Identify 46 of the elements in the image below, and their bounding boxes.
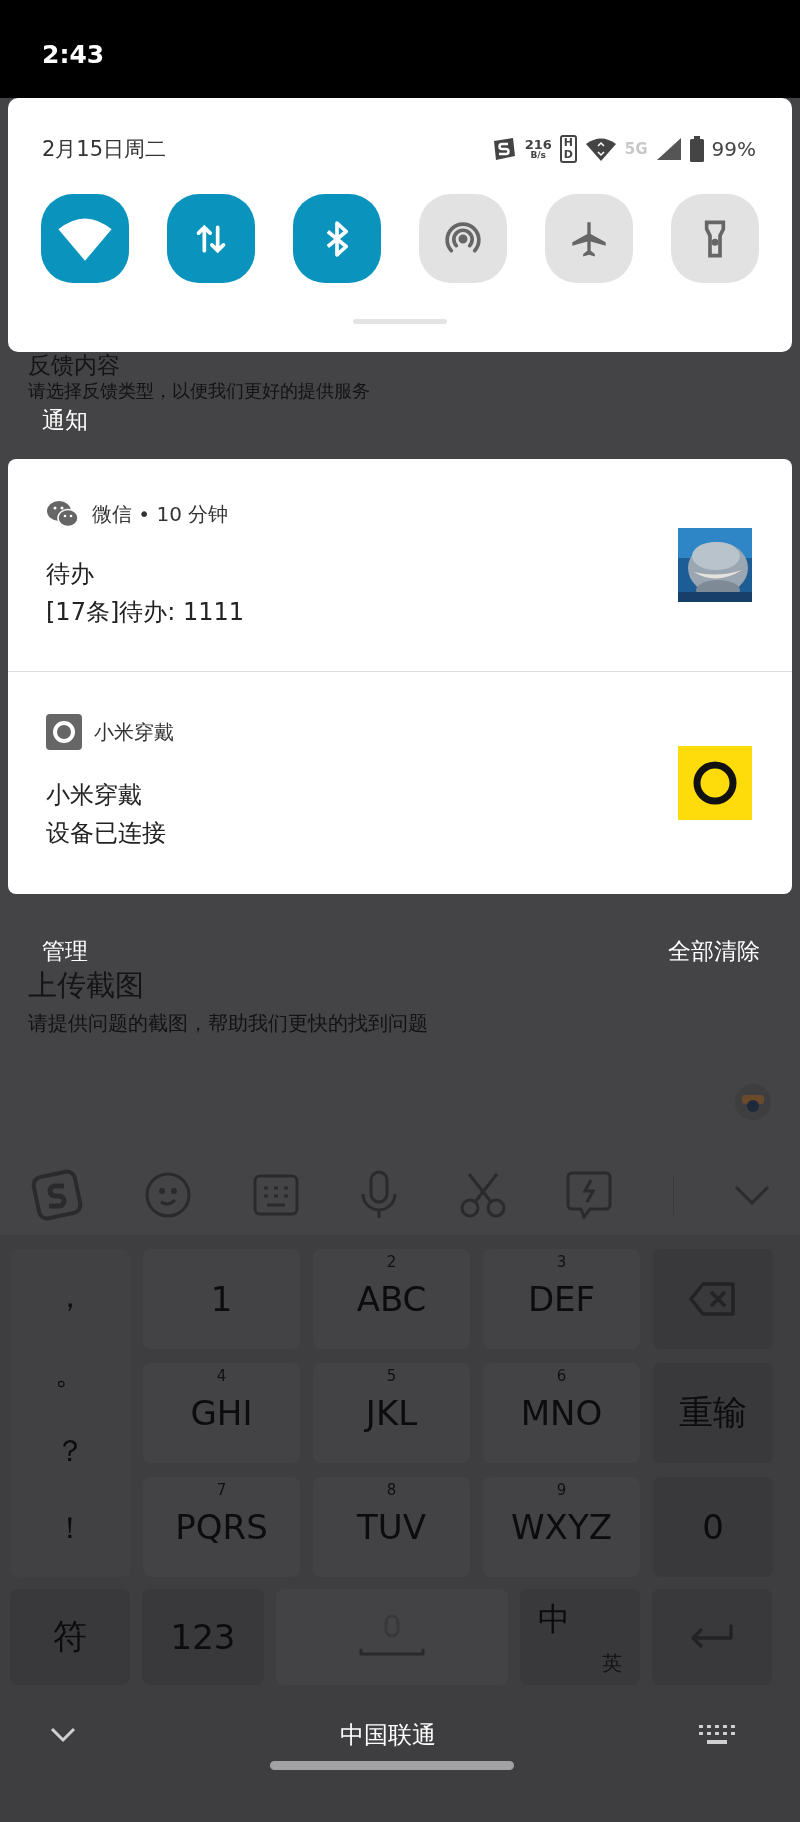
enter-key[interactable] [652,1589,772,1685]
notification-app: 小米穿戴 [94,718,174,746]
s-logo-icon[interactable] [30,1168,84,1222]
home-indicator[interactable] [269,1761,514,1770]
scissors-icon[interactable] [459,1172,506,1218]
ring-logo-icon [678,746,752,821]
space-key[interactable] [276,1589,508,1685]
notification[interactable]: 小米穿戴 小米穿戴 设备已连接 [8,672,792,895]
hd-indicator: HD [559,134,577,164]
notification-title: 待办 [46,559,95,591]
quick-toggle[interactable] [167,194,255,283]
quick-toggle[interactable] [419,194,507,283]
quick-toggle[interactable] [293,194,381,283]
net-speed-unit: B/s [530,151,546,160]
battery-icon [689,136,704,162]
signal-icon [655,137,682,161]
drag-handle[interactable] [353,319,447,324]
ring-app-icon [46,714,82,751]
date-text: 2月15日周二 [42,136,167,163]
keyboard-key[interactable]: 1 [143,1249,300,1349]
smiley-icon[interactable] [144,1171,193,1219]
mascot-icon[interactable] [734,1083,772,1121]
quick-toggle[interactable] [545,194,633,283]
notification-title: 小米穿戴 [46,780,143,812]
punctuation-key[interactable]: 。 [55,1359,85,1390]
carrier-name: 中国联通 [339,1720,436,1751]
punctuation-key[interactable]: ？ [55,1436,85,1467]
notification-app: 微信 • 10 分钟 [92,500,229,528]
notification[interactable]: 微信 • 10 分钟 待办 [17条]待办: 1111 [8,459,792,672]
battery-percent: 99% [711,137,756,161]
backspace-icon [689,1282,737,1316]
quick-toggle[interactable] [671,194,759,283]
net-speed-value: 216 [524,138,552,151]
punctuation-key[interactable]: ， [55,1282,85,1313]
quick-toggle[interactable] [41,194,129,283]
clock-time: 2:43 [42,40,105,70]
clear-all-button[interactable]: 全部清除 [668,936,760,967]
lightning-bubble-icon[interactable] [566,1171,613,1219]
notification-body: [17条]待办: 1111 [46,597,245,629]
wifi-icon [584,136,617,162]
notification-body: 设备已连接 [46,818,167,850]
keyboard-icon[interactable] [699,1725,735,1745]
notifications-label: 通知 [42,406,88,436]
backspace-key[interactable] [653,1249,773,1349]
manage-button[interactable]: 管理 [42,936,88,967]
punctuation-key[interactable]: ！ [55,1513,85,1544]
